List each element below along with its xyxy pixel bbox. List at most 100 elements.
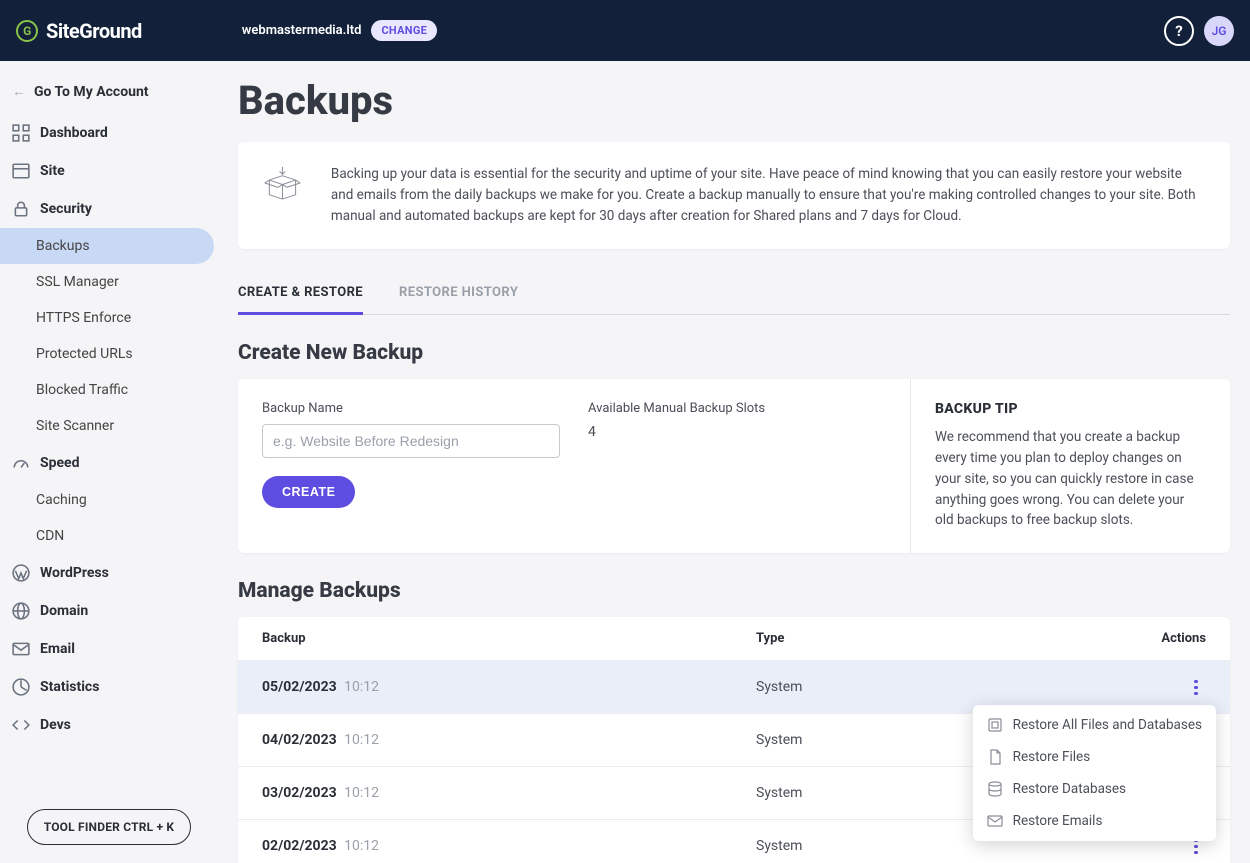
col-type: Type xyxy=(756,631,1106,646)
create-panel: Backup Name CREATE Available Manual Back… xyxy=(238,379,1230,554)
backup-time: 10:12 xyxy=(344,838,379,854)
tabs: CREATE & RESTORE RESTORE HISTORY xyxy=(238,275,1230,315)
email-icon xyxy=(987,813,1003,829)
backup-time: 10:12 xyxy=(344,732,379,748)
menu-restore-emails[interactable]: Restore Emails xyxy=(973,805,1216,837)
sidebar-sub-cdn[interactable]: CDN xyxy=(0,518,218,554)
sidebar: ← Go To My Account Dashboard Site Securi… xyxy=(0,61,218,863)
logo[interactable]: G SiteGround xyxy=(16,19,142,43)
tip-text: We recommend that you create a backup ev… xyxy=(935,427,1206,532)
backup-cell: 03/02/2023 10:12 xyxy=(262,785,756,801)
sidebar-sub-blocked-traffic[interactable]: Blocked Traffic xyxy=(0,372,218,408)
sidebar-item-email[interactable]: Email xyxy=(0,630,218,668)
brand-name: SiteGround xyxy=(46,19,142,43)
sidebar-item-site[interactable]: Site xyxy=(0,152,218,190)
devs-icon xyxy=(12,716,30,734)
menu-label: Restore Databases xyxy=(1013,781,1126,797)
backup-date: 05/02/2023 xyxy=(262,679,337,695)
slots-value: 4 xyxy=(588,424,886,440)
table-header: Backup Type Actions xyxy=(238,617,1230,660)
backup-cell: 04/02/2023 10:12 xyxy=(262,732,756,748)
menu-restore-all[interactable]: Restore All Files and Databases xyxy=(973,709,1216,741)
backup-tip-panel: BACKUP TIP We recommend that you create … xyxy=(910,379,1230,554)
create-backup-button[interactable]: CREATE xyxy=(262,476,355,508)
file-icon xyxy=(987,749,1003,765)
backup-name-label: Backup Name xyxy=(262,401,560,416)
sidebar-item-label: Statistics xyxy=(40,679,99,695)
back-label: Go To My Account xyxy=(34,84,149,100)
backups-table: Backup Type Actions 05/02/2023 10:12 Sys… xyxy=(238,617,1230,863)
sidebar-sub-https-enforce[interactable]: HTTPS Enforce xyxy=(0,300,218,336)
arrow-left-icon: ← xyxy=(12,83,26,100)
manage-section-title: Manage Backups xyxy=(238,579,1230,603)
backup-cell: 05/02/2023 10:12 xyxy=(262,679,756,695)
backup-time: 10:12 xyxy=(344,679,379,695)
database-icon xyxy=(987,781,1003,797)
slots-label: Available Manual Backup Slots xyxy=(588,401,886,416)
menu-label: Restore Emails xyxy=(1013,813,1103,829)
menu-label: Restore Files xyxy=(1013,749,1091,765)
back-to-account-link[interactable]: ← Go To My Account xyxy=(0,77,218,114)
sidebar-sub-ssl-manager[interactable]: SSL Manager xyxy=(0,264,218,300)
col-actions: Actions xyxy=(1106,631,1206,646)
stats-icon xyxy=(12,678,30,696)
change-domain-button[interactable]: CHANGE xyxy=(371,20,437,41)
site-icon xyxy=(12,162,30,180)
sidebar-item-devs[interactable]: Devs xyxy=(0,706,218,744)
sidebar-sub-site-scanner[interactable]: Site Scanner xyxy=(0,408,218,444)
wordpress-icon xyxy=(12,564,30,582)
backup-date: 04/02/2023 xyxy=(262,732,337,748)
current-domain: webmastermedia.ltd xyxy=(242,23,362,38)
backup-type: System xyxy=(756,679,1106,695)
backup-date: 02/02/2023 xyxy=(262,838,337,854)
tab-restore-history[interactable]: RESTORE HISTORY xyxy=(399,275,518,314)
info-card: Backing up your data is essential for th… xyxy=(238,142,1230,249)
sidebar-item-domain[interactable]: Domain xyxy=(0,592,218,630)
restore-all-icon xyxy=(987,717,1003,733)
tab-create-restore[interactable]: CREATE & RESTORE xyxy=(238,275,363,314)
sidebar-item-label: WordPress xyxy=(40,565,109,581)
backup-cell: 02/02/2023 10:12 xyxy=(262,838,756,854)
mail-icon xyxy=(12,640,30,658)
backup-name-input[interactable] xyxy=(262,424,560,458)
grid-icon xyxy=(12,124,30,142)
tip-title: BACKUP TIP xyxy=(935,401,1206,417)
sidebar-item-label: Speed xyxy=(40,455,80,471)
table-row: 05/02/2023 10:12 System Restore All File… xyxy=(238,660,1230,713)
menu-restore-databases[interactable]: Restore Databases xyxy=(973,773,1216,805)
tool-finder-button[interactable]: TOOL FINDER CTRL + K xyxy=(27,809,192,845)
row-actions-menu: Restore All Files and Databases Restore … xyxy=(973,705,1216,841)
sidebar-item-security[interactable]: Security xyxy=(0,190,218,228)
col-backup: Backup xyxy=(262,631,756,646)
logo-mark-icon: G xyxy=(16,20,38,42)
sidebar-item-label: Dashboard xyxy=(40,125,108,141)
sidebar-sub-backups[interactable]: Backups xyxy=(0,228,214,264)
help-button[interactable]: ? xyxy=(1164,16,1194,46)
menu-label: Restore All Files and Databases xyxy=(1013,717,1202,733)
create-section-title: Create New Backup xyxy=(238,341,1230,365)
topbar: G SiteGround webmastermedia.ltd CHANGE ?… xyxy=(0,0,1250,61)
backup-time: 10:12 xyxy=(344,785,379,801)
sidebar-item-label: Site xyxy=(40,163,65,179)
sidebar-item-label: Email xyxy=(40,641,75,657)
avatar[interactable]: JG xyxy=(1204,16,1234,46)
main-content: Backups Backing up your data is essentia… xyxy=(218,61,1250,863)
sidebar-item-label: Security xyxy=(40,201,92,217)
lock-icon xyxy=(12,200,30,218)
globe-icon xyxy=(12,602,30,620)
backup-date: 03/02/2023 xyxy=(262,785,337,801)
sidebar-sub-protected-urls[interactable]: Protected URLs xyxy=(0,336,218,372)
sidebar-item-statistics[interactable]: Statistics xyxy=(0,668,218,706)
info-description: Backing up your data is essential for th… xyxy=(331,164,1206,227)
sidebar-sub-caching[interactable]: Caching xyxy=(0,482,218,518)
menu-restore-files[interactable]: Restore Files xyxy=(973,741,1216,773)
sidebar-item-speed[interactable]: Speed xyxy=(0,444,218,482)
row-actions-button[interactable] xyxy=(1186,675,1206,699)
sidebar-item-label: Domain xyxy=(40,603,88,619)
gauge-icon xyxy=(12,454,30,472)
box-open-icon xyxy=(262,164,303,205)
sidebar-item-wordpress[interactable]: WordPress xyxy=(0,554,218,592)
page-title: Backups xyxy=(238,77,1230,124)
sidebar-item-dashboard[interactable]: Dashboard xyxy=(0,114,218,152)
sidebar-item-label: Devs xyxy=(40,717,71,733)
